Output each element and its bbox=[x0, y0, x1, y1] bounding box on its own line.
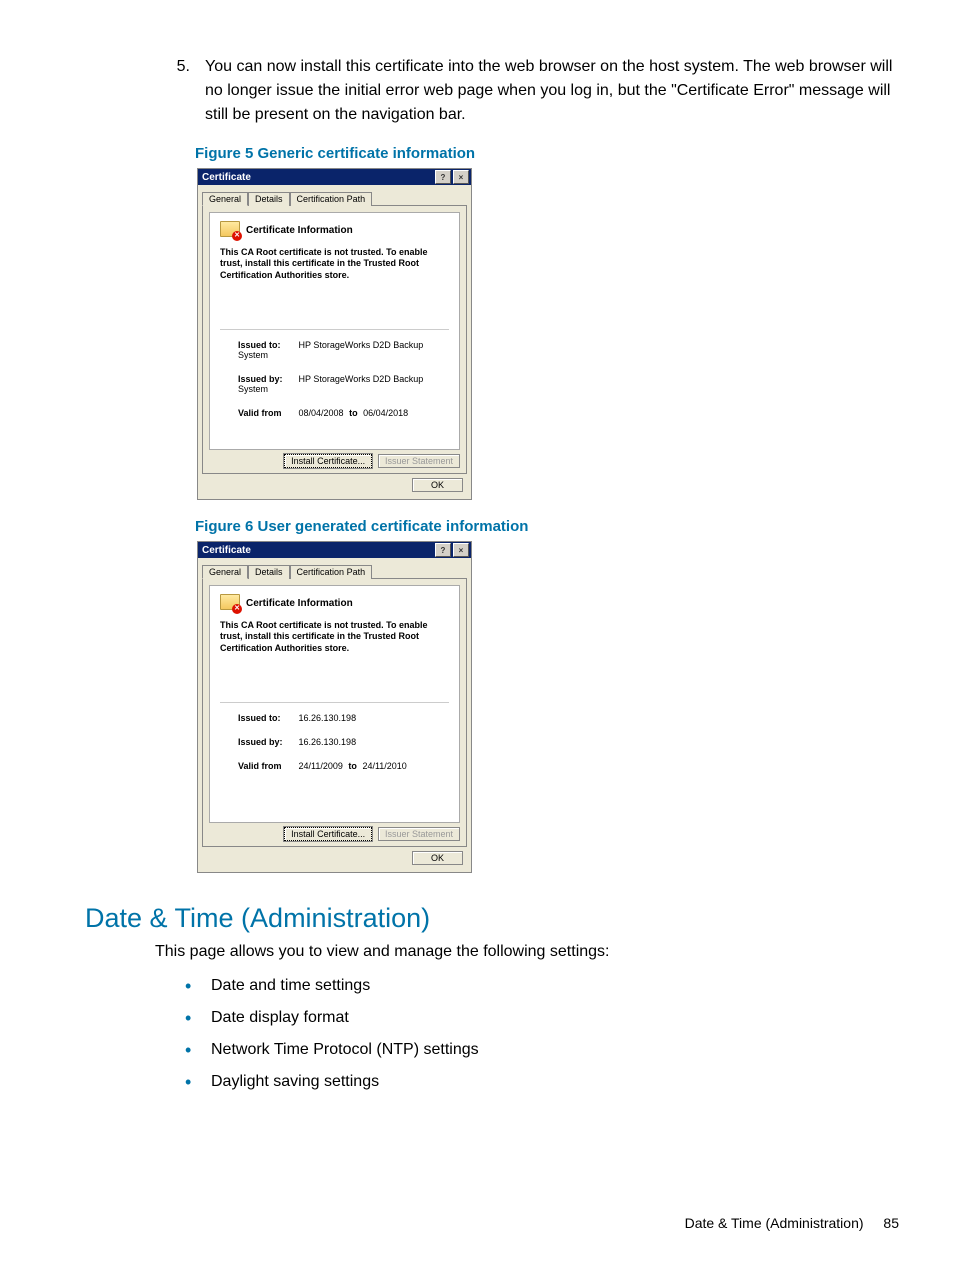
ok-button[interactable]: OK bbox=[412, 851, 463, 865]
issuer-statement-button: Issuer Statement bbox=[378, 827, 460, 841]
tab-panel-general: Certificate Information This CA Root cer… bbox=[202, 205, 467, 474]
tabstrip: General Details Certification Path bbox=[202, 191, 467, 205]
ok-button[interactable]: OK bbox=[412, 478, 463, 492]
issued-by-row: Issued by: HP StorageWorks D2D Backup Sy… bbox=[238, 374, 449, 394]
help-icon[interactable]: ? bbox=[435, 543, 451, 557]
tab-details[interactable]: Details bbox=[248, 565, 290, 579]
issued-to-label: Issued to: bbox=[238, 713, 296, 723]
valid-row: Valid from 24/11/2009 to 24/11/2010 bbox=[238, 761, 449, 771]
issued-to-label: Issued to: bbox=[238, 340, 296, 350]
issued-by-value: 16.26.130.198 bbox=[299, 737, 357, 747]
valid-from: 24/11/2009 bbox=[299, 761, 343, 771]
tab-general[interactable]: General bbox=[202, 192, 248, 206]
divider bbox=[220, 329, 449, 330]
list-item: Network Time Protocol (NTP) settings bbox=[185, 1038, 914, 1062]
valid-to: 06/04/2018 bbox=[363, 408, 408, 418]
tabstrip: General Details Certification Path bbox=[202, 564, 467, 578]
close-icon[interactable]: × bbox=[453, 170, 469, 184]
list-item: Date and time settings bbox=[185, 974, 914, 998]
issued-by-label: Issued by: bbox=[238, 737, 296, 747]
footer-label: Date & Time (Administration) bbox=[685, 1215, 864, 1231]
valid-to-label: to bbox=[349, 408, 358, 418]
valid-label: Valid from bbox=[238, 761, 296, 771]
tab-general[interactable]: General bbox=[202, 565, 248, 579]
certificate-icon bbox=[220, 221, 240, 239]
cert-warning: This CA Root certificate is not trusted.… bbox=[220, 247, 449, 281]
page-footer: Date & Time (Administration) 85 bbox=[685, 1215, 899, 1231]
valid-to: 24/11/2010 bbox=[362, 761, 406, 771]
section-intro: This page allows you to view and manage … bbox=[155, 940, 914, 964]
dialog-title: Certificate bbox=[202, 545, 251, 556]
issued-to-value: 16.26.130.198 bbox=[299, 713, 357, 723]
dialog-titlebar: Certificate ? × bbox=[198, 542, 471, 558]
issued-to-row: Issued to: 16.26.130.198 bbox=[238, 713, 449, 723]
valid-label: Valid from bbox=[238, 408, 296, 418]
certificate-icon bbox=[220, 594, 240, 612]
valid-to-label: to bbox=[348, 761, 357, 771]
valid-from: 08/04/2008 bbox=[299, 408, 344, 418]
figure5-certificate-dialog: Certificate ? × General Details Certific… bbox=[197, 168, 472, 500]
close-icon[interactable]: × bbox=[453, 543, 469, 557]
install-certificate-button[interactable]: Install Certificate... bbox=[284, 454, 372, 468]
issued-by-row: Issued by: 16.26.130.198 bbox=[238, 737, 449, 747]
page-number: 85 bbox=[883, 1215, 899, 1231]
settings-list: Date and time settings Date display form… bbox=[185, 974, 914, 1094]
figure6-caption: Figure 6 User generated certificate info… bbox=[195, 518, 914, 535]
list-item: Date display format bbox=[185, 1006, 914, 1030]
cert-warning: This CA Root certificate is not trusted.… bbox=[220, 620, 449, 654]
cert-info-title: Certificate Information bbox=[246, 598, 353, 609]
figure6-certificate-dialog: Certificate ? × General Details Certific… bbox=[197, 541, 472, 873]
step-5: 5. You can now install this certificate … bbox=[160, 55, 914, 127]
step-number: 5. bbox=[160, 55, 190, 79]
help-icon[interactable]: ? bbox=[435, 170, 451, 184]
dialog-title: Certificate bbox=[202, 172, 251, 183]
cert-info-header: Certificate Information bbox=[220, 594, 449, 612]
issued-by-label: Issued by: bbox=[238, 374, 296, 384]
issued-to-row: Issued to: HP StorageWorks D2D Backup Sy… bbox=[238, 340, 449, 360]
figure5-caption: Figure 5 Generic certificate information bbox=[195, 145, 914, 162]
list-item: Daylight saving settings bbox=[185, 1070, 914, 1094]
tab-panel-general: Certificate Information This CA Root cer… bbox=[202, 578, 467, 847]
section-heading: Date & Time (Administration) bbox=[85, 903, 914, 934]
cert-info-header: Certificate Information bbox=[220, 221, 449, 239]
divider bbox=[220, 702, 449, 703]
dialog-titlebar: Certificate ? × bbox=[198, 169, 471, 185]
cert-info-title: Certificate Information bbox=[246, 225, 353, 236]
step-text: You can now install this certificate int… bbox=[205, 55, 914, 127]
tab-details[interactable]: Details bbox=[248, 192, 290, 206]
issuer-statement-button: Issuer Statement bbox=[378, 454, 460, 468]
install-certificate-button[interactable]: Install Certificate... bbox=[284, 827, 372, 841]
valid-row: Valid from 08/04/2008 to 06/04/2018 bbox=[238, 408, 449, 418]
tab-certpath[interactable]: Certification Path bbox=[290, 192, 373, 206]
tab-certpath[interactable]: Certification Path bbox=[290, 565, 373, 579]
